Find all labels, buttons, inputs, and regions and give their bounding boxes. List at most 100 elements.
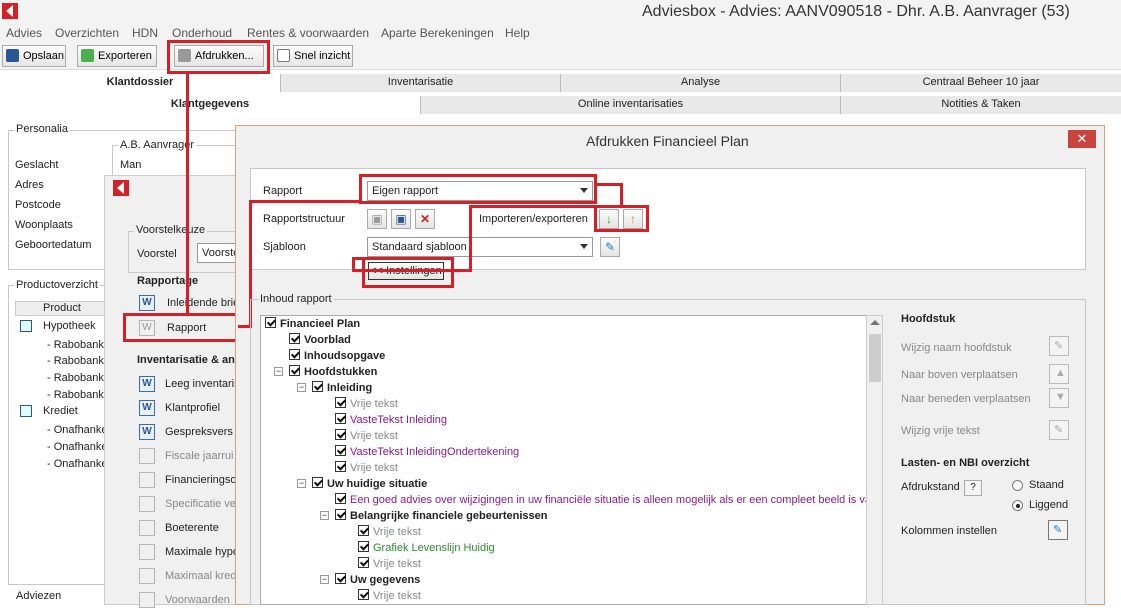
tree-item[interactable]: Grafiek Levenslijn Huidig — [358, 540, 495, 556]
tab-notities[interactable]: Notities & Taken — [840, 96, 1121, 114]
menu-onderhoud[interactable]: Onderhoud — [172, 26, 232, 40]
tab-centraal-beheer[interactable]: Centraal Beheer 10 jaar — [840, 74, 1121, 92]
collapse-icon[interactable]: − — [274, 367, 283, 376]
move-up-button[interactable]: ▲ — [1049, 364, 1069, 384]
checkbox[interactable] — [335, 397, 346, 408]
checkbox[interactable] — [312, 477, 323, 488]
tree-item[interactable]: Een goed advies over wijzigingen in uw f… — [335, 492, 867, 508]
tree-item[interactable]: Vrije tekst — [358, 556, 421, 572]
product-row[interactable]: - Onafhanke — [47, 424, 108, 436]
tree-item[interactable]: Vrije tekst — [335, 396, 398, 412]
tree-item[interactable]: Financieel Plan — [265, 316, 360, 332]
menu-aparte-berekeningen[interactable]: Aparte Berekeningen — [381, 26, 494, 40]
product-row[interactable]: - Rabobank — [47, 339, 104, 351]
save-structure-button[interactable]: ▣ — [391, 209, 411, 229]
connector-line — [352, 269, 470, 272]
checkbox[interactable] — [335, 429, 346, 440]
checkbox[interactable] — [335, 493, 346, 504]
export-button[interactable]: Exporteren — [77, 45, 157, 67]
checkbox[interactable] — [335, 413, 346, 424]
tree-item[interactable]: Hoofdstukken — [289, 364, 377, 380]
tree-item[interactable]: Voorblad — [289, 332, 351, 348]
inv-item[interactable]: Voorwaarden — [165, 594, 230, 606]
calculator-icon — [139, 544, 155, 560]
checkbox[interactable] — [289, 333, 300, 344]
tab-klantgegevens[interactable]: Klantgegevens — [0, 96, 420, 114]
inv-item[interactable]: Gespreksvers — [165, 426, 233, 438]
save-disabled-button[interactable]: ▣ — [367, 209, 387, 229]
collapse-icon[interactable]: − — [320, 511, 329, 520]
tab-online-inventarisaties[interactable]: Online inventarisaties — [420, 96, 840, 114]
checkbox[interactable] — [335, 573, 346, 584]
close-button[interactable]: ✕ — [1068, 130, 1096, 148]
scroll-up-icon[interactable] — [870, 320, 880, 325]
sjabloon-select[interactable]: Standaard sjabloon — [367, 237, 593, 257]
tree-item[interactable]: Vrije tekst — [335, 428, 398, 444]
menu-overzichten[interactable]: Overzichten — [55, 26, 119, 40]
edit-free-text-button[interactable]: ✎ — [1049, 420, 1069, 440]
menu-hdn[interactable]: HDN — [132, 26, 158, 40]
checkbox[interactable] — [289, 365, 300, 376]
checkbox[interactable] — [335, 509, 346, 520]
help-button[interactable]: ? — [964, 480, 982, 496]
tree-item[interactable]: Inhoudsopgave — [289, 348, 385, 364]
delete-button[interactable]: ✕ — [415, 209, 435, 229]
checkbox[interactable] — [335, 461, 346, 472]
product-row[interactable]: - Rabobank — [47, 389, 104, 401]
tree-item[interactable]: Uw huidige situatie — [312, 476, 427, 492]
menu-help[interactable]: Help — [505, 26, 530, 40]
tab-analyse[interactable]: Analyse — [560, 74, 840, 92]
tree-item[interactable]: Vrije tekst — [358, 524, 421, 540]
scroll-thumb[interactable] — [869, 334, 881, 382]
voorstel-select[interactable]: Voorste — [197, 243, 239, 263]
staand-radio[interactable] — [1012, 480, 1023, 491]
inv-item[interactable]: Klantprofiel — [165, 402, 220, 414]
tree-item[interactable]: Vrije tekst — [358, 588, 421, 604]
inv-item[interactable]: Specificatie ve — [165, 498, 236, 510]
checkbox[interactable] — [358, 525, 369, 536]
inleidende-brief-item[interactable]: Inleidende brie — [167, 297, 239, 309]
checkbox[interactable] — [358, 557, 369, 568]
tab-klantdossier[interactable]: Klantdossier — [0, 74, 280, 92]
inv-item[interactable]: Fiscale jaarrui — [165, 450, 233, 462]
menu-rentes[interactable]: Rentes & voorwaarden — [247, 26, 369, 40]
menu-advies[interactable]: Advies — [6, 26, 42, 40]
rename-chapter-button[interactable]: ✎ — [1049, 336, 1069, 356]
tree-item[interactable]: Belangrijke financiele gebeurtenissen — [335, 508, 547, 524]
liggend-radio[interactable] — [1012, 500, 1023, 511]
collapse-icon[interactable]: − — [320, 575, 329, 584]
product-row[interactable]: Hypotheek — [43, 320, 96, 332]
inv-item[interactable]: Maximale hypo — [165, 546, 239, 558]
inv-item[interactable]: Leeg inventaris — [165, 378, 240, 390]
checkbox[interactable] — [312, 381, 323, 392]
kolommen-button[interactable]: ✎ — [1048, 520, 1068, 540]
checkbox[interactable] — [358, 541, 369, 552]
tab-inventarisatie[interactable]: Inventarisatie — [280, 74, 560, 92]
tree-scrollbar[interactable] — [866, 315, 883, 605]
product-row[interactable]: - Onafhanke — [47, 458, 108, 470]
tree-item[interactable]: Vrije tekst — [335, 460, 398, 476]
product-row[interactable]: - Rabobank — [47, 372, 104, 384]
collapse-icon[interactable]: − — [297, 479, 306, 488]
product-row[interactable]: - Onafhanke — [47, 441, 108, 453]
tree-item[interactable]: VasteTekst Inleiding — [335, 412, 447, 428]
sjabloon-label: Sjabloon — [263, 241, 306, 253]
checkbox[interactable] — [265, 317, 276, 328]
rename-chapter-label: Wijzig naam hoofdstuk — [901, 342, 1012, 354]
move-down-button[interactable]: ▼ — [1049, 388, 1069, 408]
quick-insight-button[interactable]: Snel inzicht — [273, 45, 353, 67]
checkbox[interactable] — [358, 589, 369, 600]
tree-item[interactable]: Uw gegevens — [335, 572, 420, 588]
tree-item[interactable]: VasteTekst InleidingOndertekening — [335, 444, 519, 460]
checkbox[interactable] — [289, 349, 300, 360]
inv-item[interactable]: Boeterente — [165, 522, 219, 534]
product-row[interactable]: - Rabobank — [47, 355, 104, 367]
inv-item[interactable]: Maximaal kredi — [165, 570, 239, 582]
tree-item[interactable]: Inleiding — [312, 380, 372, 396]
collapse-icon[interactable]: − — [297, 383, 306, 392]
checkbox[interactable] — [335, 445, 346, 456]
product-row[interactable]: Krediet — [43, 405, 78, 417]
edit-template-button[interactable]: ✎ — [600, 237, 620, 257]
save-button[interactable]: Opslaan — [2, 45, 66, 67]
inv-item[interactable]: Financieringso — [165, 474, 237, 486]
